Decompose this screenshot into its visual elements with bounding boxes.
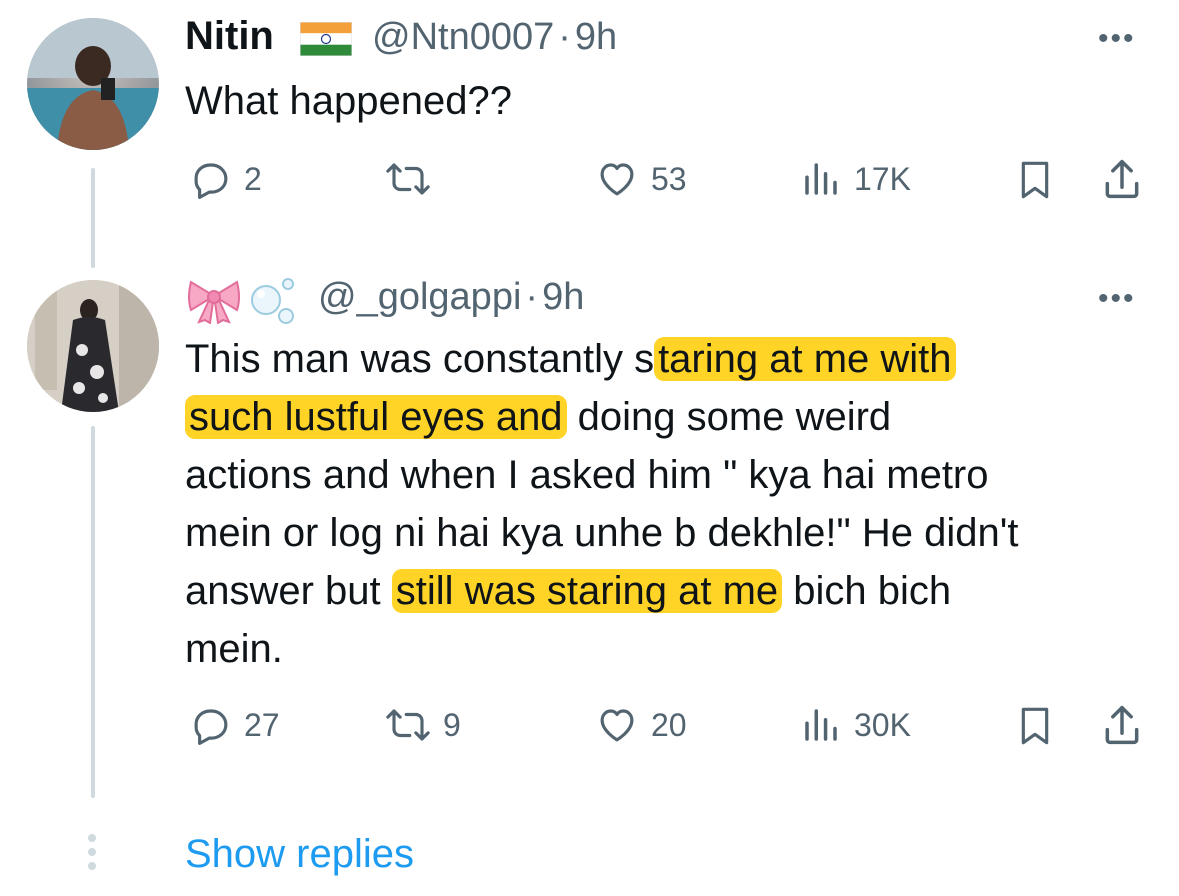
more-icon[interactable]: ••• (1098, 282, 1136, 316)
flag-icon (299, 21, 353, 61)
bookmark-icon (1021, 161, 1049, 199)
text-line-4: mein or log ni hai kya unhe b dekhle!" H… (185, 511, 1019, 555)
show-replies-link[interactable]: Show replies (185, 832, 414, 877)
reply-icon (194, 163, 228, 199)
like-button[interactable]: 53 (595, 158, 687, 200)
avatar[interactable] (27, 18, 159, 150)
more-icon[interactable]: ••• (1098, 22, 1136, 56)
bookmark-icon (1021, 707, 1049, 745)
retweet-icon (386, 163, 430, 195)
views-button[interactable]: 17K (800, 158, 911, 200)
avatar[interactable] (27, 280, 159, 412)
tweet-text: This man was constantly s taring at me wi… (185, 330, 1145, 678)
ribbon-icon (185, 276, 243, 329)
like-icon (600, 709, 634, 742)
share-button[interactable] (1100, 702, 1144, 748)
thread-more-dots (88, 834, 96, 876)
thread-line-bottom (91, 426, 95, 798)
text-line-6: mein. (185, 627, 283, 671)
author-handle[interactable]: @_golgappi · 9h (318, 276, 584, 319)
author-name[interactable]: Nitin (185, 14, 274, 59)
retweet-button[interactable]: 9 (385, 704, 461, 746)
thread-line-top (91, 168, 95, 268)
share-icon (1105, 705, 1139, 745)
share-button[interactable] (1100, 156, 1144, 202)
tweet-text: What happened?? (185, 79, 512, 123)
views-button[interactable]: 30K (800, 704, 911, 746)
views-icon (805, 163, 837, 195)
highlight-1: taring at me with (654, 337, 956, 381)
reply-icon (194, 709, 228, 745)
tweet1-actions: 2 53 17K (185, 156, 1155, 206)
highlight-2: such lustful eyes and (185, 395, 567, 439)
reply-button[interactable]: 2 (190, 158, 262, 200)
like-icon (600, 163, 634, 196)
text-line-3: actions and when I asked him " kya hai m… (185, 453, 989, 497)
views-icon (805, 709, 837, 741)
tweet2-actions: 27 9 20 30K (185, 702, 1155, 752)
author-handle[interactable]: @Ntn0007 · 9h (372, 16, 617, 59)
text-line-2: such lustful eyes and doing some weird (185, 388, 1145, 446)
bookmark-button[interactable] (1015, 158, 1055, 202)
text-line-5: answer but still was staring at me bich … (185, 569, 952, 613)
share-icon (1105, 159, 1139, 199)
text-line-1: This man was constantly s taring at me wi… (185, 330, 1145, 388)
retweet-icon (386, 709, 430, 741)
highlight-3: still was staring at me (391, 569, 783, 613)
retweet-button[interactable] (385, 158, 443, 200)
bookmark-button[interactable] (1015, 704, 1055, 748)
reply-button[interactable]: 27 (190, 704, 280, 746)
bubbles-icon (248, 272, 300, 331)
like-button[interactable]: 20 (595, 704, 687, 746)
